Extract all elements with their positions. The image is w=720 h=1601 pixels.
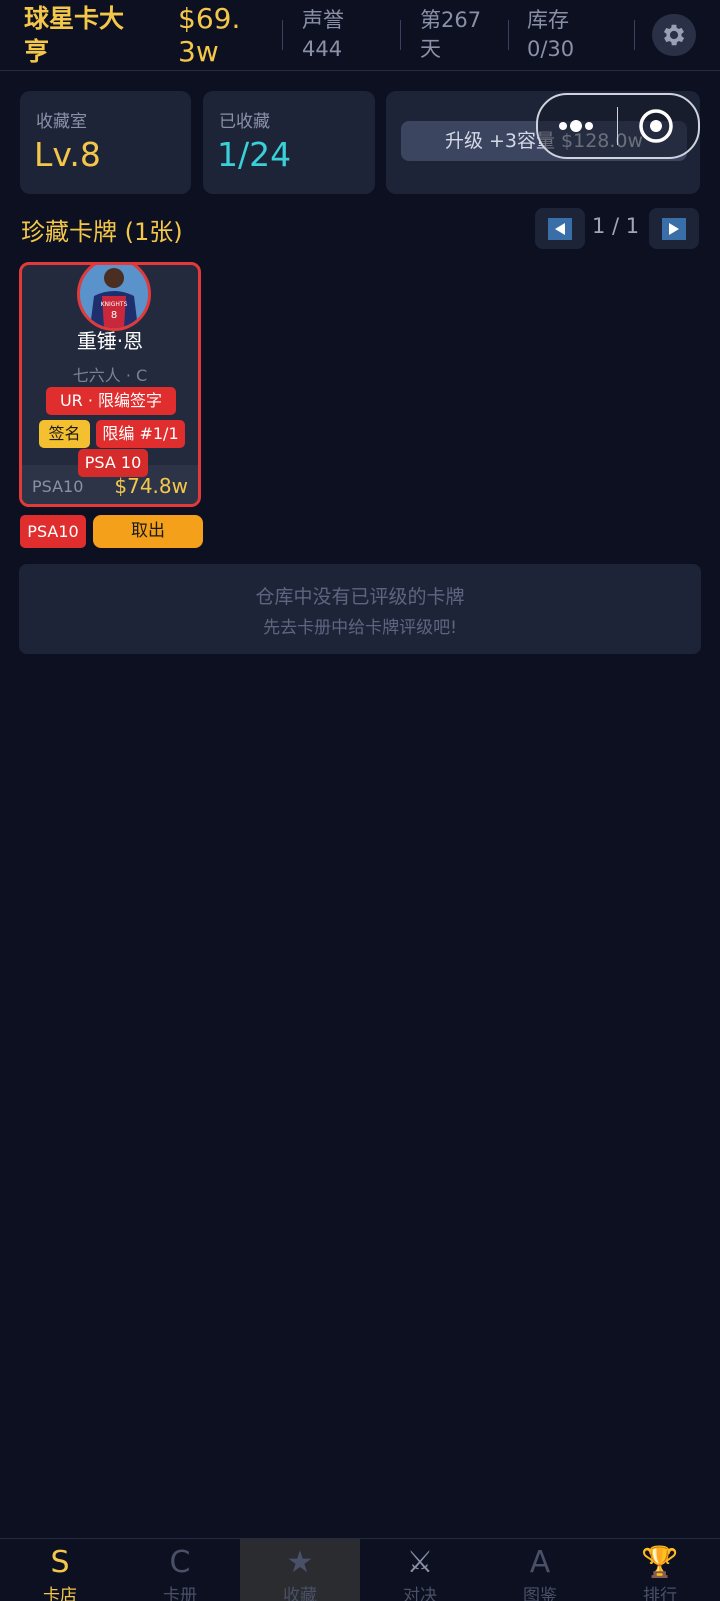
divider — [634, 20, 635, 50]
reputation-stat: 声誉 444 — [302, 6, 344, 64]
gear-icon — [663, 24, 685, 46]
money-display: $69.3w — [178, 2, 241, 68]
prev-page-button[interactable] — [535, 208, 585, 249]
card-price: $74.8w — [114, 474, 188, 498]
reputation-value: 444 — [302, 37, 343, 61]
next-page-button[interactable] — [649, 208, 699, 249]
target-circle-icon — [639, 109, 673, 143]
crossed-swords-icon: ⚔ — [406, 1545, 434, 1580]
gallery-icon: A — [529, 1545, 551, 1580]
day-suffix: 天 — [420, 37, 441, 61]
inventory-value: 0/30 — [527, 37, 575, 61]
nav-album-label: 卡册 — [163, 1586, 197, 1601]
collected-label: 已收藏 — [219, 112, 270, 132]
nav-shop-label: 卡店 — [43, 1586, 77, 1601]
page-indicator: 1 / 1 — [592, 214, 640, 238]
nav-ranking[interactable]: 🏆 排行 — [600, 1539, 720, 1601]
grade-overlay-badge: PSA 10 — [78, 449, 148, 477]
psa-grade-badge: PSA10 — [20, 515, 86, 548]
empty-state-hint: 先去卡册中给卡牌评级吧! — [263, 618, 457, 638]
jersey-number: 8 — [111, 310, 117, 321]
divider — [508, 20, 509, 50]
more-dots-icon — [559, 120, 593, 132]
room-level: Lv.8 — [34, 135, 101, 174]
trophy-icon: 🏆 — [641, 1545, 679, 1580]
shop-icon: S — [50, 1545, 70, 1580]
reputation-label: 声誉 — [302, 8, 344, 32]
empty-state-panel: 仓库中没有已评级的卡牌 先去卡册中给卡牌评级吧! — [19, 564, 701, 654]
day-label: 第267 — [420, 8, 482, 32]
collection-room-card: 收藏室 Lv.8 — [20, 91, 191, 194]
divider — [400, 20, 401, 50]
section-title: 珍藏卡牌 (1张) — [21, 218, 183, 246]
room-label: 收藏室 — [36, 112, 87, 132]
limited-badge: 限编 #1/1 — [96, 420, 185, 448]
nav-gallery[interactable]: A 图鉴 — [480, 1539, 600, 1601]
player-name: 重锤·恩 — [76, 329, 144, 353]
empty-state-title: 仓库中没有已评级的卡牌 — [255, 586, 465, 608]
day-stat: 第267 天 — [420, 6, 481, 64]
grade-label: PSA10 — [32, 477, 84, 496]
signed-badge: 签名 — [39, 420, 90, 448]
nav-collection-label: 收藏 — [283, 1586, 317, 1601]
top-bar: 球星卡大亨 $69.3w 声誉 444 第267 天 库存 0/30 — [0, 0, 720, 71]
triangle-right-icon — [669, 222, 679, 235]
star-icon: ★ — [286, 1545, 314, 1580]
more-button[interactable] — [538, 95, 617, 157]
nav-shop[interactable]: S 卡店 — [0, 1539, 120, 1601]
album-icon: C — [169, 1545, 191, 1580]
rarity-badge: UR · 限编签字 — [46, 387, 176, 415]
miniprogram-capsule — [536, 93, 700, 159]
nav-battle-label: 对决 — [403, 1586, 437, 1601]
collected-count: 1/24 — [217, 135, 292, 174]
nav-gallery-label: 图鉴 — [523, 1586, 557, 1601]
nav-ranking-label: 排行 — [643, 1586, 677, 1601]
take-out-button[interactable]: 取出 — [93, 515, 203, 548]
settings-button[interactable] — [652, 14, 696, 56]
collected-card: 已收藏 1/24 — [203, 91, 375, 194]
app-title: 球星卡大亨 — [24, 4, 125, 66]
bottom-nav: S 卡店 C 卡册 ★ 收藏 ⚔ 对决 A 图鉴 🏆 排行 — [0, 1538, 720, 1601]
nav-album[interactable]: C 卡册 — [120, 1539, 240, 1601]
inventory-label: 库存 — [527, 8, 569, 32]
divider — [282, 20, 283, 50]
player-avatar: KNIGHTS 8 — [77, 265, 151, 331]
player-team: 七六人 · C — [72, 366, 148, 385]
triangle-left-icon — [555, 222, 565, 235]
jersey-text: KNIGHTS — [101, 301, 128, 308]
nav-battle[interactable]: ⚔ 对决 — [360, 1539, 480, 1601]
nav-collection[interactable]: ★ 收藏 — [240, 1539, 360, 1601]
close-miniprogram-button[interactable] — [618, 95, 698, 157]
inventory-stat: 库存 0/30 — [527, 6, 574, 64]
player-card[interactable]: KNIGHTS 8 重锤·恩 七六人 · C UR · 限编签字 签名 限编 #… — [19, 262, 201, 507]
